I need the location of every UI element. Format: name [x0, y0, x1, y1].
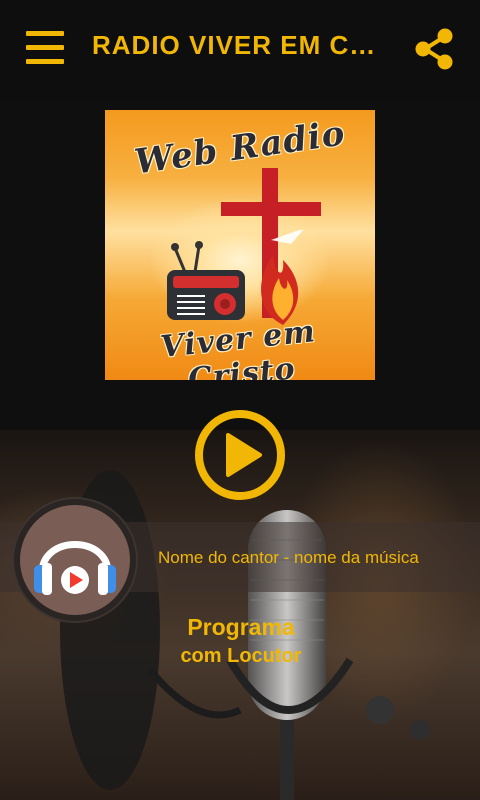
- app-title: RADIO VIVER EM CRIS...: [92, 30, 392, 60]
- app-toolbar: RADIO VIVER EM CRIS...: [0, 0, 480, 100]
- play-icon: [195, 410, 285, 500]
- logo-text-web-radio: Web Radio: [132, 113, 348, 183]
- program-title: Programa: [187, 614, 295, 640]
- hamburger-menu-icon[interactable]: [26, 31, 64, 65]
- cross-bar: [221, 202, 321, 216]
- flame-icon: [261, 230, 304, 325]
- now-playing-text: Nome do cantor - nome da música: [158, 548, 419, 567]
- share-icon[interactable]: [414, 27, 456, 71]
- headphones-play-icon: [34, 541, 116, 595]
- radio-logo: Web Radio Viver em Cristo: [105, 110, 375, 380]
- program-host: com Locutor: [180, 645, 302, 667]
- play-button[interactable]: [194, 409, 286, 501]
- radio-icon: [167, 241, 245, 320]
- avatar: [20, 505, 130, 615]
